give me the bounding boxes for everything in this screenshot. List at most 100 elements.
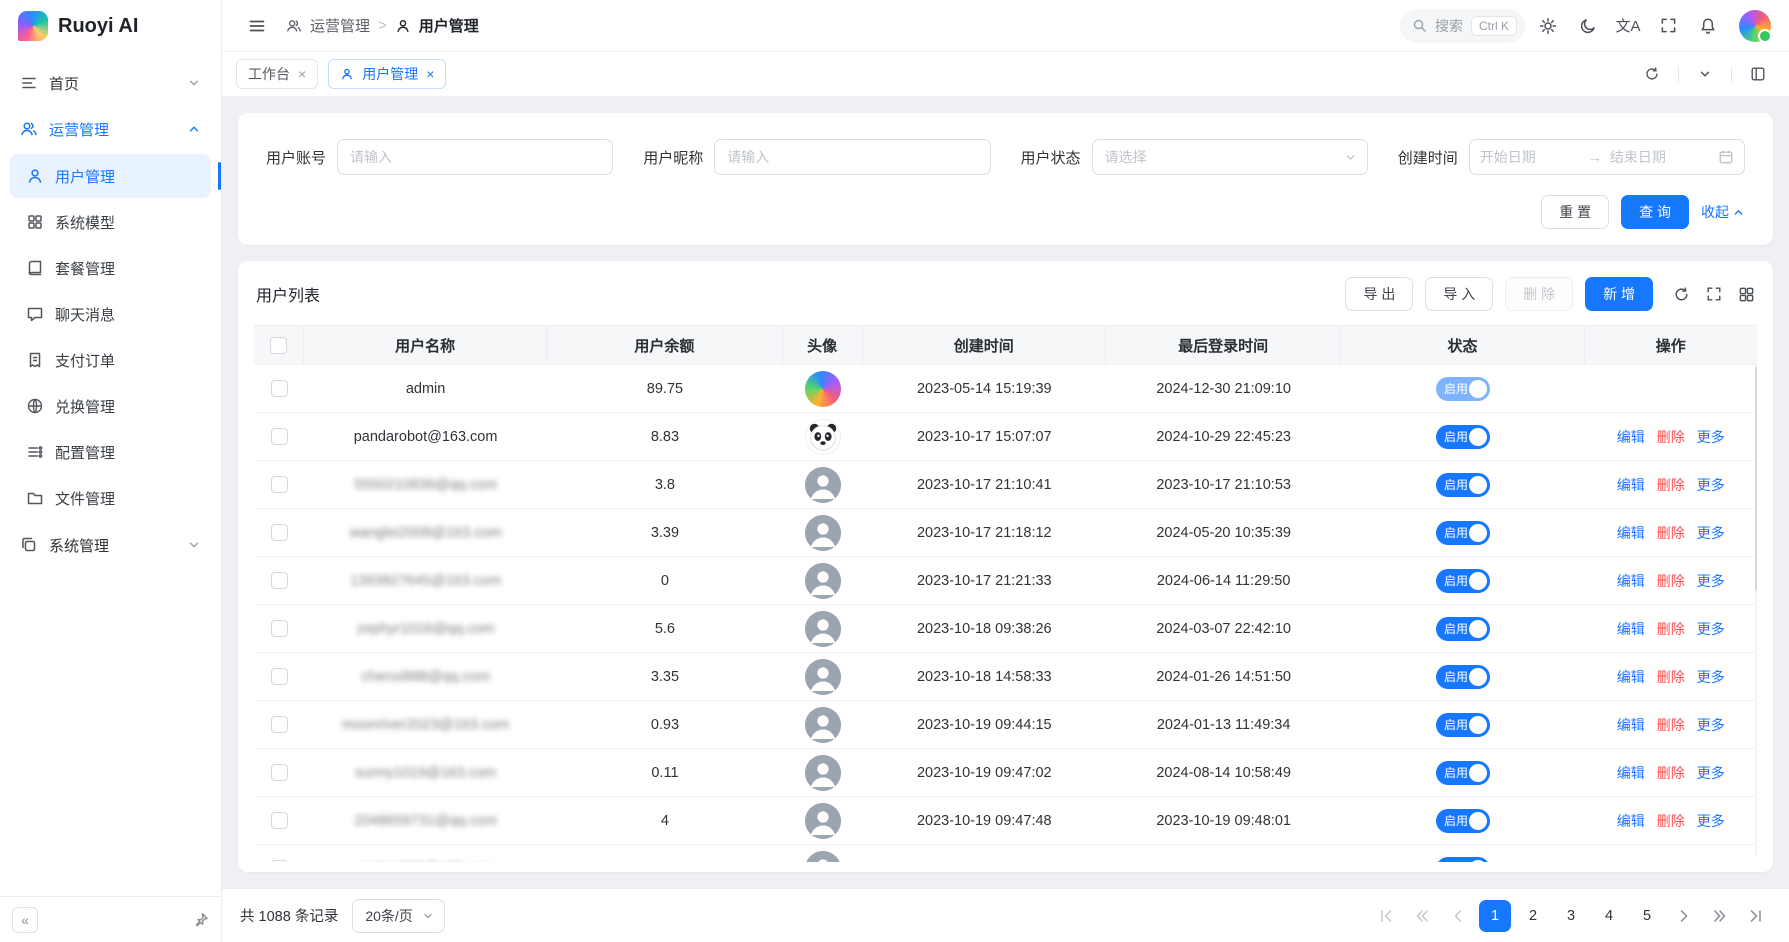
status-toggle[interactable]: 启用	[1436, 473, 1490, 497]
status-toggle[interactable]: 启用	[1436, 761, 1490, 785]
language-translate-icon[interactable]: 文A	[1611, 9, 1645, 43]
sidebar-item-system-mgmt[interactable]: 系统管理	[10, 522, 211, 568]
sidebar-item-home[interactable]: 首页	[10, 60, 211, 106]
vertical-scrollbar[interactable]	[1755, 365, 1757, 858]
page-button[interactable]: 4	[1593, 900, 1625, 932]
status-toggle[interactable]: 启用	[1436, 809, 1490, 833]
more-link[interactable]: 更多	[1697, 667, 1725, 687]
account-input[interactable]	[337, 139, 613, 175]
close-icon[interactable]: ×	[298, 67, 306, 81]
sidebar-item-exchange-mgmt[interactable]: 兑换管理	[10, 384, 211, 428]
jump-back-icon[interactable]	[1407, 901, 1437, 931]
sidebar-item-config-mgmt[interactable]: 配置管理	[10, 430, 211, 474]
delete-link[interactable]: 删除	[1657, 859, 1685, 863]
column-settings-icon[interactable]	[1738, 286, 1755, 303]
add-button[interactable]: 新 增	[1585, 277, 1653, 311]
previous-page-icon[interactable]	[1443, 901, 1473, 931]
page-button[interactable]: 3	[1555, 900, 1587, 932]
page-size-select[interactable]: 20条/页	[352, 899, 444, 933]
pin-icon[interactable]	[193, 912, 209, 928]
scrollbar-thumb[interactable]	[1755, 365, 1757, 592]
delete-link[interactable]: 删除	[1657, 427, 1685, 447]
refresh-icon[interactable]	[1673, 286, 1690, 303]
status-toggle[interactable]: 启用	[1436, 425, 1490, 449]
status-toggle[interactable]: 启用	[1436, 665, 1490, 689]
delete-link[interactable]: 删除	[1657, 667, 1685, 687]
dark-mode-moon-icon[interactable]	[1571, 9, 1605, 43]
delete-link[interactable]: 删除	[1657, 523, 1685, 543]
edit-link[interactable]: 编辑	[1617, 475, 1645, 495]
more-link[interactable]: 更多	[1697, 475, 1725, 495]
breadcrumb-parent[interactable]: 运营管理	[310, 15, 370, 36]
delete-link[interactable]: 删除	[1657, 715, 1685, 735]
last-page-icon[interactable]	[1741, 901, 1771, 931]
hamburger-menu-icon[interactable]	[240, 9, 274, 43]
more-link[interactable]: 更多	[1697, 811, 1725, 831]
row-checkbox[interactable]	[271, 812, 288, 829]
row-checkbox[interactable]	[271, 428, 288, 445]
edit-link[interactable]: 编辑	[1617, 523, 1645, 543]
more-link[interactable]: 更多	[1697, 859, 1725, 863]
more-link[interactable]: 更多	[1697, 619, 1725, 639]
status-toggle[interactable]: 启用	[1436, 857, 1490, 863]
edit-link[interactable]: 编辑	[1617, 619, 1645, 639]
status-select[interactable]: 请选择	[1092, 139, 1368, 175]
status-toggle[interactable]: 启用	[1436, 713, 1490, 737]
edit-link[interactable]: 编辑	[1617, 427, 1645, 447]
fullscreen-icon[interactable]	[1651, 9, 1685, 43]
edit-link[interactable]: 编辑	[1617, 859, 1645, 863]
reset-button[interactable]: 重 置	[1541, 195, 1609, 229]
delete-link[interactable]: 删除	[1657, 763, 1685, 783]
status-toggle[interactable]: 启用	[1436, 521, 1490, 545]
page-button[interactable]: 5	[1631, 900, 1663, 932]
sidebar-item-system-model[interactable]: 系统模型	[10, 200, 211, 244]
sidebar-item-package-mgmt[interactable]: 套餐管理	[10, 246, 211, 290]
layout-icon[interactable]	[1741, 57, 1775, 91]
status-toggle[interactable]: 启用	[1436, 569, 1490, 593]
edit-link[interactable]: 编辑	[1617, 571, 1645, 591]
search-button[interactable]: 查 询	[1621, 195, 1689, 229]
nickname-input[interactable]	[714, 139, 990, 175]
row-checkbox[interactable]	[271, 524, 288, 541]
status-toggle[interactable]: 启用	[1436, 617, 1490, 641]
delete-button[interactable]: 删 除	[1505, 277, 1573, 311]
start-date-input[interactable]	[1480, 149, 1580, 165]
sidebar-item-file-mgmt[interactable]: 文件管理	[10, 476, 211, 520]
row-checkbox[interactable]	[271, 572, 288, 589]
more-link[interactable]: 更多	[1697, 715, 1725, 735]
row-checkbox[interactable]	[271, 860, 288, 862]
edit-link[interactable]: 编辑	[1617, 667, 1645, 687]
end-date-input[interactable]	[1610, 149, 1710, 165]
export-button[interactable]: 导 出	[1345, 277, 1413, 311]
status-toggle[interactable]: 启用	[1436, 377, 1490, 401]
more-link[interactable]: 更多	[1697, 523, 1725, 543]
date-range-picker[interactable]: →	[1469, 139, 1745, 175]
notifications-bell-icon[interactable]	[1691, 9, 1725, 43]
edit-link[interactable]: 编辑	[1617, 763, 1645, 783]
refresh-icon[interactable]	[1635, 57, 1669, 91]
row-checkbox[interactable]	[271, 668, 288, 685]
select-all-checkbox[interactable]	[270, 337, 287, 354]
sidebar-item-operations[interactable]: 运营管理	[10, 106, 211, 152]
row-checkbox[interactable]	[271, 716, 288, 733]
collapse-filter-link[interactable]: 收起	[1701, 202, 1745, 222]
fullscreen-icon[interactable]	[1706, 286, 1722, 302]
row-checkbox[interactable]	[271, 764, 288, 781]
global-search[interactable]: 搜索 Ctrl K	[1400, 9, 1525, 43]
delete-link[interactable]: 删除	[1657, 475, 1685, 495]
next-page-icon[interactable]	[1669, 901, 1699, 931]
close-icon[interactable]: ×	[426, 67, 434, 81]
row-checkbox[interactable]	[271, 476, 288, 493]
more-link[interactable]: 更多	[1697, 571, 1725, 591]
user-avatar[interactable]	[1739, 10, 1771, 42]
edit-link[interactable]: 编辑	[1617, 715, 1645, 735]
sidebar-item-chat-messages[interactable]: 聊天消息	[10, 292, 211, 336]
delete-link[interactable]: 删除	[1657, 619, 1685, 639]
edit-link[interactable]: 编辑	[1617, 811, 1645, 831]
settings-gear-icon[interactable]	[1531, 9, 1565, 43]
tab-workbench[interactable]: 工作台 ×	[236, 59, 318, 89]
jump-forward-icon[interactable]	[1705, 901, 1735, 931]
delete-link[interactable]: 删除	[1657, 571, 1685, 591]
more-link[interactable]: 更多	[1697, 427, 1725, 447]
page-button[interactable]: 2	[1517, 900, 1549, 932]
